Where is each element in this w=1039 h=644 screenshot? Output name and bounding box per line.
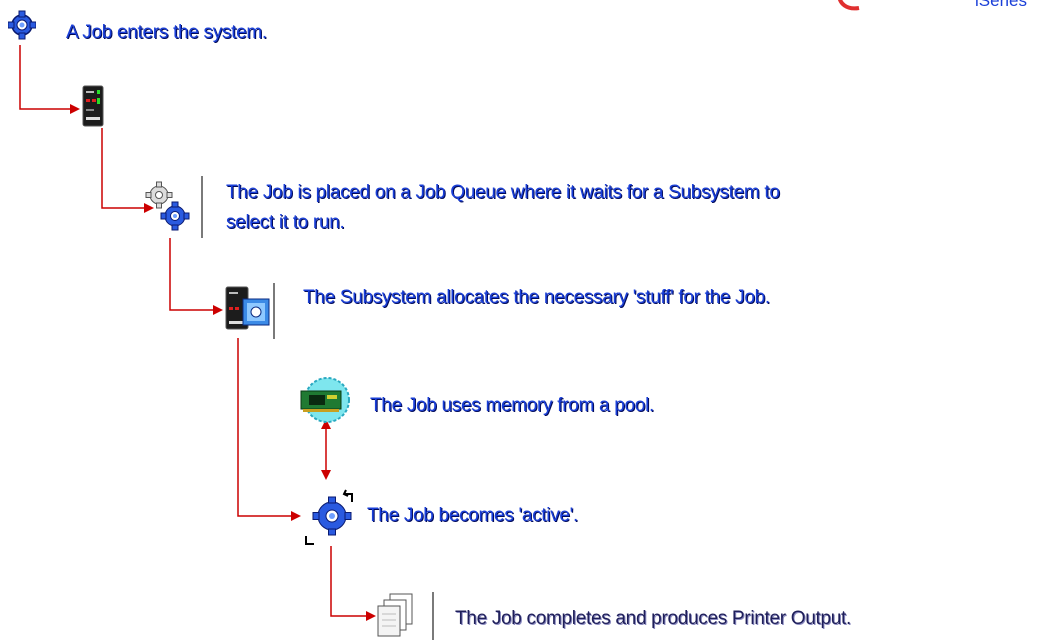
step-subsystem-text: The Subsystem allocates the necessary 's… xyxy=(303,287,770,308)
step-output-text: The Job completes and produces Printer O… xyxy=(455,608,851,629)
step-enter xyxy=(7,10,37,45)
memory-pool-icon xyxy=(300,377,350,423)
connector-queue-to-subsystem xyxy=(169,238,223,315)
connector-enter-to-server xyxy=(19,45,80,114)
step-active-text: The Job becomes 'active'. xyxy=(367,505,578,526)
step-output xyxy=(376,592,416,643)
server-icon xyxy=(82,85,104,127)
step-queue xyxy=(143,180,191,237)
step-subsystem-divider xyxy=(273,283,275,339)
step-queue-divider xyxy=(201,176,203,238)
connector-subsystem-to-active xyxy=(237,338,301,521)
step-memory-text: The Job uses memory from a pool. xyxy=(370,395,654,416)
logo-mark-icon: iSeries xyxy=(838,0,1027,11)
connector-active-to-output xyxy=(330,546,376,621)
printer-output-icon xyxy=(377,593,413,637)
step-subsystem xyxy=(225,285,273,338)
step-output-divider xyxy=(432,592,434,640)
subsystem-icon xyxy=(225,286,270,330)
iseries-logo: iSeries xyxy=(835,0,1039,18)
step-memory xyxy=(297,375,355,430)
step-enter-text: A Job enters the system. xyxy=(66,22,267,43)
active-job-gears-icon xyxy=(305,489,353,545)
logo-text: iSeries xyxy=(975,0,1027,10)
flow-connectors xyxy=(19,45,376,621)
gear-icon xyxy=(7,10,37,40)
job-queue-gears-icon xyxy=(145,181,190,231)
step-server xyxy=(82,85,104,132)
step-active xyxy=(300,488,358,551)
step-queue-text: The Job is placed on a Job Queue where i… xyxy=(226,182,780,233)
